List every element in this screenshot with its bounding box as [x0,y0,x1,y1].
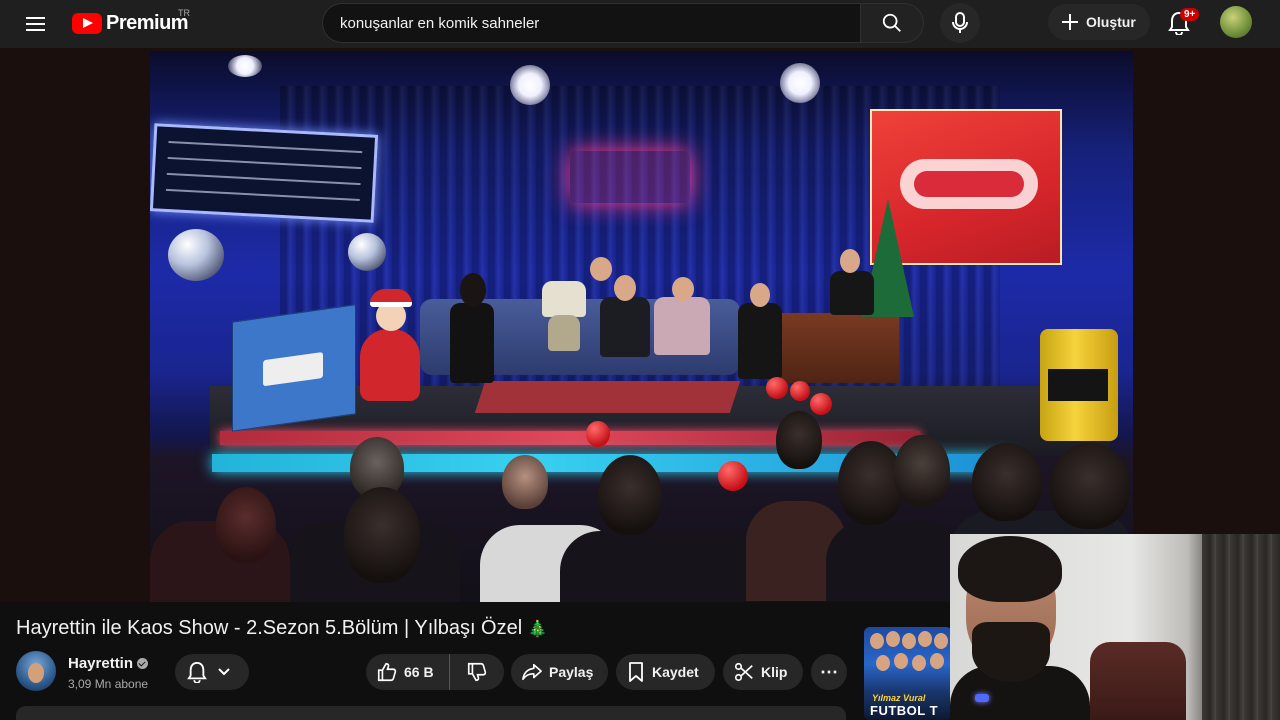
masthead: Premium TR konuşanlar en komik sahneler … [0,0,1280,48]
dislike-button[interactable] [450,654,504,690]
save-label: Kaydet [652,664,699,680]
search-input[interactable]: konuşanlar en komik sahneler [322,3,860,43]
notification-badge: 9+ [1180,8,1200,21]
more-icon: ⋯ [820,661,838,682]
channel-avatar[interactable] [16,651,56,691]
subscriber-count: 3,09 Mn abone [68,677,149,691]
clip-label: Klip [761,664,788,680]
subscription-notifications-button[interactable] [175,654,249,690]
save-button[interactable]: Kaydet [616,654,715,690]
menu-button[interactable] [18,8,54,40]
like-dislike-group: 66 B [366,654,504,690]
description-box[interactable] [16,706,846,720]
video-title-text: Hayrettin ile Kaos Show - 2.Sezon 5.Bölü… [16,617,523,639]
menu-icon [26,17,45,19]
microphone-icon [952,12,968,33]
neon-sign [150,123,379,223]
santa-figure [360,289,420,401]
share-button[interactable]: Paylaş [511,654,608,690]
thumbnail-title: FUTBOL T [870,703,939,718]
pubg-crate [232,304,356,432]
like-button[interactable]: 66 B [366,654,450,690]
pubg-barrel [1040,329,1118,441]
share-icon [522,663,542,681]
kaos-neon-logo [570,151,690,203]
like-count: 66 B [404,664,434,680]
youtube-play-icon [72,12,102,34]
channel-name[interactable]: Hayrettin [68,655,149,672]
thumbnail-subtitle: Yılmaz Vural [872,693,926,703]
create-label: Oluştur [1086,14,1136,30]
video-player[interactable] [150,51,1133,602]
youtube-logo[interactable]: Premium [72,10,189,36]
player-container [0,48,1280,602]
thumbs-down-icon [467,662,487,682]
create-button[interactable]: Oluştur [1048,4,1150,40]
channel-name-text: Hayrettin [68,655,134,672]
more-actions-button[interactable]: ⋯ [811,654,847,690]
plus-icon [1062,14,1078,30]
recommended-video-thumbnail[interactable]: Yılmaz Vural FUTBOL T [864,627,952,720]
bookmark-icon [629,662,643,682]
search-button[interactable] [860,3,924,43]
thumbs-up-icon [377,662,397,682]
country-code: TR [178,8,190,18]
webcam-overlay [950,534,1280,720]
account-avatar[interactable] [1220,6,1252,38]
verified-badge-icon [137,658,149,669]
search-icon [882,13,901,32]
share-label: Paylaş [549,664,594,680]
search-bar: konuşanlar en komik sahneler [322,3,924,43]
chevron-down-icon [218,668,230,676]
bell-icon [187,661,207,683]
scissors-icon [734,662,753,682]
logo-text: Premium [106,11,189,34]
voice-search-button[interactable] [940,3,980,43]
clip-button[interactable]: Klip [723,654,803,690]
video-title: Hayrettin ile Kaos Show - 2.Sezon 5.Bölü… [16,617,548,640]
christmas-tree-emoji: 🎄 [527,621,548,638]
